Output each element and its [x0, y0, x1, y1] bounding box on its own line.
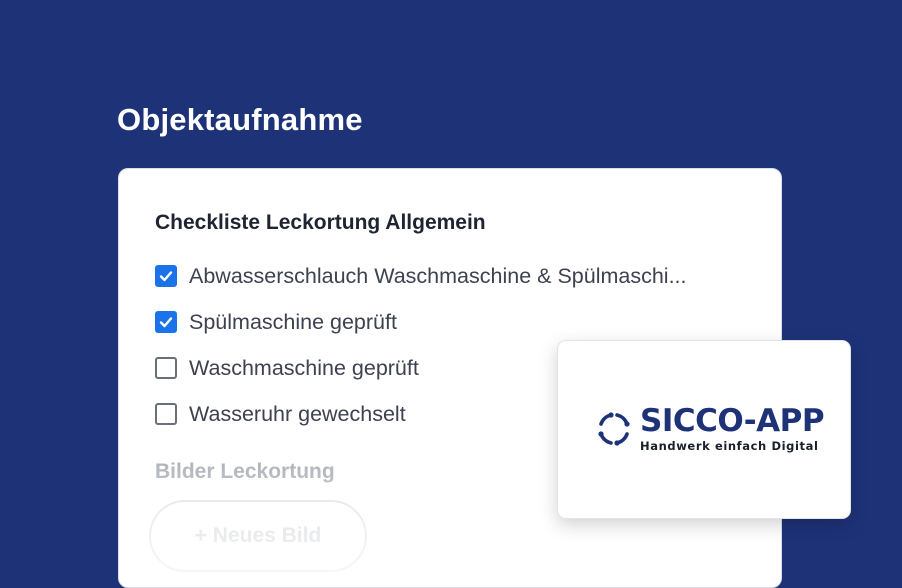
images-section-title: Bilder Leckortung	[155, 460, 335, 483]
checklist-item-abwasserschlauch[interactable]: Abwasserschlauch Waschmaschine & Spülmas…	[155, 253, 687, 299]
logo-card: SICCO-APP Handwerk einfach Digital	[557, 340, 851, 519]
add-image-button[interactable]: + Neues Bild	[149, 500, 367, 572]
page-title: Objektaufnahme	[117, 102, 363, 137]
circular-arrows-logo-icon	[598, 412, 630, 446]
checkbox-unchecked[interactable]	[155, 357, 177, 379]
logo-name: SICCO-APP	[640, 403, 825, 439]
checkbox-checked[interactable]	[155, 265, 177, 287]
logo-tagline: Handwerk einfach Digital	[640, 439, 819, 453]
checkmark-icon	[159, 271, 173, 282]
checklist-item-label: Abwasserschlauch Waschmaschine & Spülmas…	[189, 263, 687, 288]
checkbox-checked[interactable]	[155, 311, 177, 333]
checklist-item-label: Wasseruhr gewechselt	[189, 401, 406, 426]
checklist-item-spuelmaschine[interactable]: Spülmaschine geprüft	[155, 299, 687, 345]
checklist-item-label: Spülmaschine geprüft	[189, 309, 397, 334]
checkmark-icon	[159, 317, 173, 328]
checklist-item-label: Waschmaschine geprüft	[189, 355, 419, 380]
checkbox-unchecked[interactable]	[155, 403, 177, 425]
checklist-title: Checkliste Leckortung Allgemein	[155, 211, 486, 234]
